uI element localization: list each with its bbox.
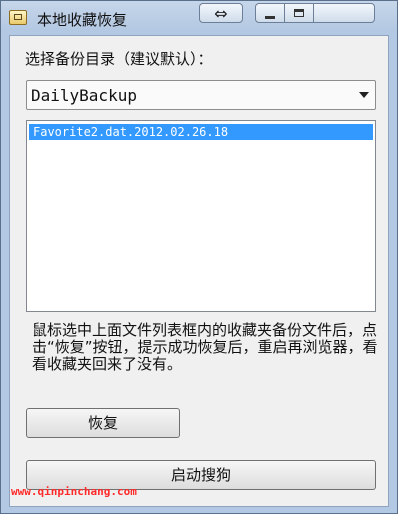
backup-file-list[interactable]: Favorite2.dat.2012.02.26.18 (26, 120, 376, 312)
minimize-button[interactable] (255, 3, 285, 23)
resize-button[interactable]: ⇔ (199, 3, 243, 23)
maximize-button[interactable] (284, 3, 314, 23)
dialog-body: 选择备份目录（建议默认）： DailyBackup Favorite2.dat.… (9, 35, 389, 507)
list-item[interactable]: Favorite2.dat.2012.02.26.18 (29, 124, 373, 140)
backup-directory-label: 选择备份目录（建议默认）： (25, 50, 213, 68)
maximize-icon (294, 9, 304, 17)
backup-directory-select[interactable]: DailyBackup (26, 80, 376, 110)
title-bar[interactable]: 本地收藏恢复 ⇔ (1, 1, 397, 35)
watermark: www.qinpinchang.com (11, 485, 137, 498)
close-button[interactable] (313, 3, 375, 23)
chevron-down-icon[interactable] (359, 92, 369, 98)
app-window: 本地收藏恢复 ⇔ 选择备份目录（建议默认）： DailyBackup Favor… (0, 0, 398, 514)
window-title: 本地收藏恢复 (37, 11, 128, 29)
folder-app-icon (9, 10, 27, 25)
instructions-text: 鼠标选中上面文件列表框内的收藏夹备份文件后，点击“恢复”按钮，提示成功恢复后，重… (32, 321, 378, 373)
restore-button[interactable]: 恢复 (26, 408, 180, 438)
resize-arrows-icon: ⇔ (214, 3, 228, 23)
selected-directory: DailyBackup (31, 86, 137, 105)
minimize-icon (265, 15, 275, 19)
